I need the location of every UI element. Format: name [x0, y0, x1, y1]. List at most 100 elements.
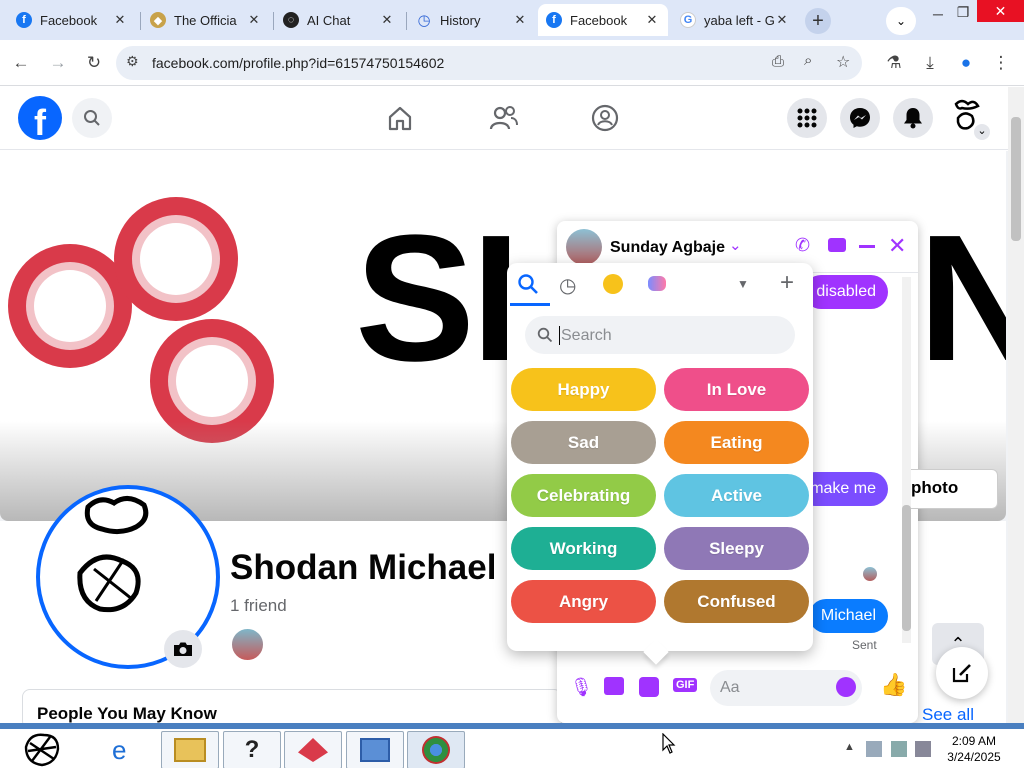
facebook-favicon-icon: f	[546, 12, 562, 28]
taskbar-chrome[interactable]	[407, 731, 465, 768]
thumbs-up-icon[interactable]: 👍	[880, 672, 907, 698]
message-bubble[interactable]: disabled	[804, 275, 888, 309]
taskbar-explorer[interactable]	[161, 731, 219, 768]
facebook-logo-icon[interactable]: f	[18, 96, 62, 140]
minimize-chat-icon[interactable]	[859, 245, 875, 248]
close-window-button[interactable]: ✕	[977, 0, 1024, 22]
contact-avatar[interactable]	[566, 229, 602, 265]
mood-celebrating-button[interactable]: Celebrating	[511, 474, 656, 517]
close-tab-icon[interactable]: ✕	[379, 12, 395, 28]
contact-chevron-down-icon[interactable]: ⌄	[729, 236, 742, 254]
gif-icon[interactable]: GIF	[673, 678, 698, 692]
minimize-window-icon[interactable]: ─	[927, 6, 949, 26]
tab-facebook-1[interactable]: f Facebook ✕	[8, 4, 136, 36]
chat-scrollbar-thumb[interactable]	[902, 505, 911, 631]
tray-expand-icon[interactable]: ▲	[844, 741, 855, 753]
tab-google-search[interactable]: G yaba left - G ✕	[672, 4, 798, 36]
bookmark-star-icon[interactable]: ☆	[836, 52, 850, 72]
clock-date[interactable]: 3/24/2025	[944, 750, 1004, 764]
notifications-button[interactable]	[893, 98, 933, 138]
taskbar-control-panel[interactable]	[346, 731, 404, 768]
back-arrow-icon[interactable]: ←	[10, 52, 32, 74]
home-icon[interactable]	[386, 104, 414, 137]
menu-grid-button[interactable]	[787, 98, 827, 138]
menu-kebab-icon[interactable]: ⋮	[990, 52, 1012, 74]
tab-title: The Officia	[174, 12, 237, 28]
sticker-search-tab[interactable]	[517, 273, 539, 300]
phone-call-icon[interactable]: ✆	[795, 235, 810, 256]
reload-icon[interactable]: ↻	[83, 52, 105, 74]
tab-title: AI Chat	[307, 12, 351, 28]
camera-button[interactable]	[164, 630, 202, 668]
close-chat-icon[interactable]: ✕	[888, 233, 906, 259]
chat-scrollbar[interactable]	[902, 277, 911, 643]
internet-explorer-icon[interactable]: e	[112, 735, 126, 766]
emoji-stickers-tab-icon[interactable]	[603, 274, 623, 294]
tray-flag-icon[interactable]	[866, 741, 882, 757]
message-composer-input[interactable]: Aa	[710, 670, 862, 706]
clock-time[interactable]: 2:09 AM	[944, 734, 1004, 748]
restore-window-icon[interactable]: ❐	[952, 4, 974, 24]
microphone-icon[interactable]: 🎙	[570, 677, 593, 698]
new-message-button[interactable]	[936, 647, 988, 699]
sticker-pack-tab-icon[interactable]	[648, 276, 666, 291]
more-packs-chevron-down-icon[interactable]: ▼	[737, 277, 749, 291]
mood-active-button[interactable]: Active	[664, 474, 809, 517]
forward-arrow-icon[interactable]: →	[47, 52, 69, 74]
site-info-icon[interactable]: ⚙	[126, 53, 139, 70]
close-tab-icon[interactable]: ✕	[246, 12, 262, 28]
close-tab-icon[interactable]: ✕	[512, 12, 528, 28]
start-button[interactable]	[20, 729, 64, 768]
contact-name[interactable]: Sunday Agbaje	[610, 239, 725, 257]
video-call-icon[interactable]	[828, 238, 846, 252]
close-tab-icon[interactable]: ✕	[112, 12, 128, 28]
tray-volume-icon[interactable]	[915, 741, 931, 757]
mood-sleepy-button[interactable]: Sleepy	[664, 527, 809, 570]
ai-chat-favicon-icon: ◌	[283, 12, 299, 28]
tab-history[interactable]: ◷ History ✕	[408, 4, 536, 36]
os-taskbar: e ? ▲ 2:09 AM 3/24/2025	[0, 723, 1024, 768]
photo-attach-icon[interactable]	[604, 677, 624, 695]
see-all-link[interactable]: See all	[922, 705, 974, 725]
groups-icon[interactable]	[591, 104, 619, 137]
mood-happy-button[interactable]: Happy	[511, 368, 656, 411]
page-scrollbar-thumb[interactable]	[1011, 117, 1021, 241]
message-bubble[interactable]: Michael	[808, 599, 888, 633]
messenger-button[interactable]	[840, 98, 880, 138]
new-tab-button[interactable]: +	[805, 8, 831, 34]
tab-facebook-active[interactable]: f Facebook ✕	[538, 4, 668, 36]
sticker-search-input[interactable]: Search	[525, 316, 795, 354]
close-tab-icon[interactable]: ✕	[774, 12, 790, 28]
emoji-icon[interactable]	[836, 677, 856, 697]
mood-angry-button[interactable]: Angry	[511, 580, 656, 623]
add-stickers-plus-icon[interactable]: +	[780, 269, 794, 297]
mood-in-love-button[interactable]: In Love	[664, 368, 809, 411]
search-button[interactable]	[72, 98, 112, 138]
taskbar-app-red[interactable]	[284, 731, 342, 768]
profile-avatar-icon[interactable]: ●	[955, 52, 977, 74]
friends-icon[interactable]	[489, 104, 519, 137]
page-scrollbar[interactable]	[1008, 87, 1024, 723]
friend-count[interactable]: 1 friend	[230, 596, 287, 616]
recent-clock-icon[interactable]: ◷	[559, 273, 576, 298]
taskbar-help[interactable]: ?	[223, 731, 281, 768]
tab-official[interactable]: ◆ The Officia ✕	[142, 4, 270, 36]
mood-confused-button[interactable]: Confused	[664, 580, 809, 623]
close-tab-icon[interactable]: ✕	[644, 12, 660, 28]
address-bar[interactable]: ⚙ facebook.com/profile.php?id=6157475015…	[116, 46, 862, 80]
tray-network-icon[interactable]	[891, 741, 907, 757]
account-chevron-down-icon[interactable]: ⌄	[974, 124, 990, 140]
chrome-icon	[422, 736, 450, 764]
downloads-icon[interactable]: ⤓	[919, 52, 941, 74]
mood-sad-button[interactable]: Sad	[511, 421, 656, 464]
tab-ai-chat[interactable]: ◌ AI Chat ✕	[275, 4, 403, 36]
zoom-icon[interactable]: ⌕	[804, 52, 812, 69]
tab-search-button[interactable]: ⌄	[886, 7, 916, 35]
install-app-icon[interactable]: ⎙	[772, 53, 784, 70]
add-photo-button[interactable]: photo	[904, 469, 998, 509]
friend-avatar[interactable]	[230, 627, 265, 662]
mood-working-button[interactable]: Working	[511, 527, 656, 570]
mood-eating-button[interactable]: Eating	[664, 421, 809, 464]
sticker-icon[interactable]	[639, 677, 659, 697]
labs-flask-icon[interactable]: ⚗	[883, 52, 905, 74]
